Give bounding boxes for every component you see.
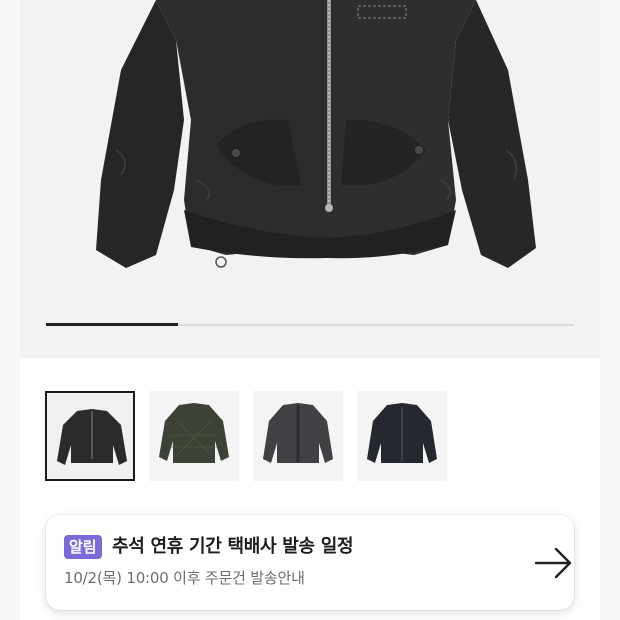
thumbnail-1[interactable] [45,391,135,481]
gallery-progress-bar [46,323,574,326]
notice-subtitle: 10/2(목) 10:00 이후 주문건 발송안내 [64,569,305,587]
shipping-notice-card[interactable]: 알림 추석 연휴 기간 택배사 발송 일정 10/2(목) 10:00 이후 주… [46,515,574,610]
notice-badge: 알림 [64,535,102,559]
thumbnail-jacket-shape [159,403,229,463]
thumbnail-image [159,403,229,463]
product-detail-page: 알림 추석 연휴 기간 택배사 발송 일정 10/2(목) 10:00 이후 주… [20,0,600,620]
thumbnail-image [367,403,437,463]
thumbnail-image [263,403,333,463]
main-product-image [96,0,536,268]
thumbnail-2[interactable] [149,391,239,481]
thumbnail-3[interactable] [253,391,343,481]
arrow-right-icon[interactable] [534,545,574,581]
gallery-progress-fill [46,323,178,326]
thumbnail-4[interactable] [357,391,447,481]
product-image-gallery[interactable] [20,0,600,358]
notice-title: 추석 연휴 기간 택배사 발송 일정 [112,536,354,557]
thumbnail-strip [45,391,565,481]
thumbnail-image [57,409,127,465]
